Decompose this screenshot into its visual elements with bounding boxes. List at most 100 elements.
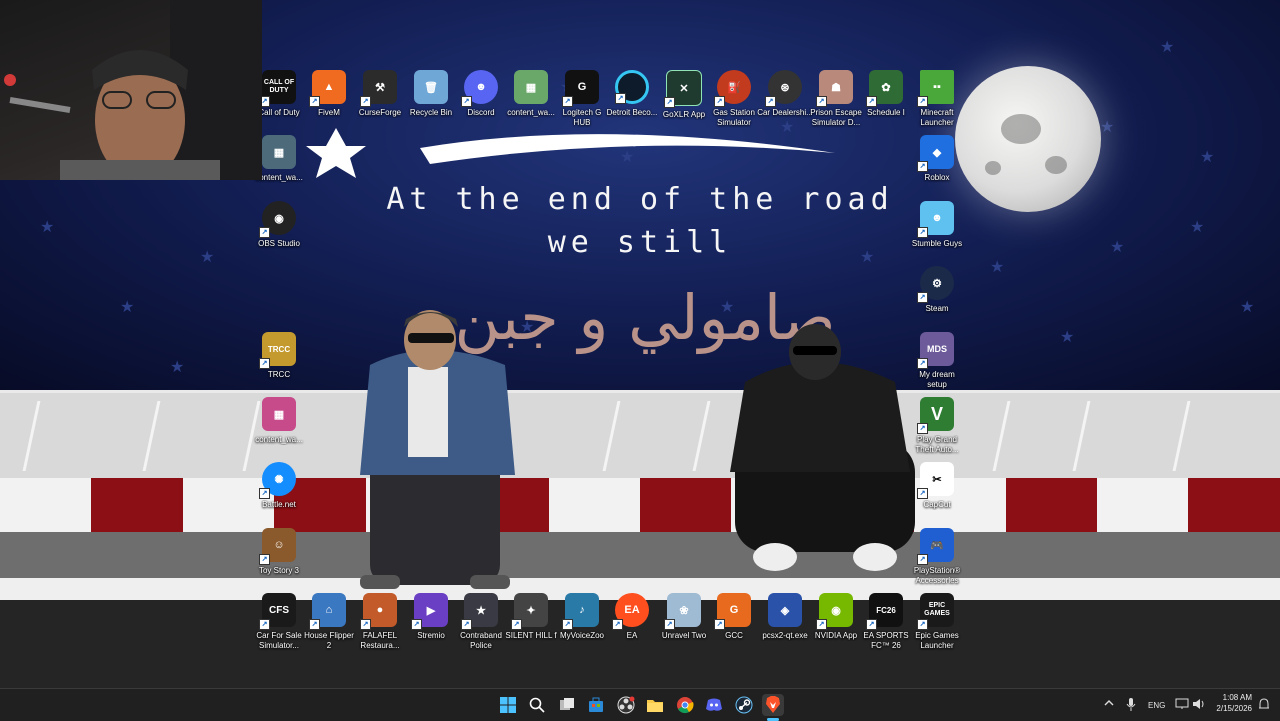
wallpaper-star: ★ [1060,329,1075,346]
microphone-tray-button[interactable] [1126,698,1136,715]
fivem-icon: ▲ ↗ [309,70,346,107]
taskbar-microsoft-store[interactable] [585,694,607,716]
taskbar-brave-active[interactable] [762,694,784,716]
desktop-icon-label: Schedule I [867,108,905,117]
minecraft-creeper-icon: ▪▪ ↗ [917,70,954,107]
clock-time: 1:08 AM [1222,693,1252,702]
unravel-icon: ❀ ↗ [664,593,701,630]
taskbar-chrome[interactable] [674,694,696,716]
notifications-button[interactable] [1258,698,1270,714]
taskbar: ENG 1:08 AM 2/15/2026 [0,688,1280,721]
network-monitor-icon [1175,698,1189,709]
desktop-icon-unravel[interactable]: ❀ ↗ Unravel Two [656,593,712,641]
desktop-icon-schedule[interactable]: ✿ ↗ Schedule I [858,70,914,118]
desktop-icon-discord[interactable]: ☻ ↗ Discord [453,70,509,118]
trcc-logo-text: TRCC [267,344,291,354]
steam-icon [735,696,753,714]
language-indicator[interactable]: ENG [1148,701,1165,710]
desktop-icon-epic[interactable]: EPIC GAMES ↗ Epic Games Launcher [909,593,965,651]
desktop-icon-recycle-bin[interactable]: 🗑 Recycle Bin [403,70,459,118]
desktop-icon-contraband[interactable]: ★ ↗ Contraband Police [453,593,509,651]
show-hidden-icons-button[interactable] [1104,698,1114,711]
ea-sports-fc-icon: FC26 ↗ [866,593,903,630]
microsoft-store-icon [589,697,603,712]
taskbar-search-button[interactable] [526,694,548,716]
wallpaper-star: ★ [1200,149,1215,166]
epic-games-icon: EPIC GAMES ↗ [917,593,954,630]
stremio-play-icon: ▶ ↗ [411,593,448,630]
taskbar-steam[interactable] [733,694,755,716]
recycle-bin-icon: 🗑 [414,70,448,104]
roblox-icon: ◆ ↗ [917,135,954,172]
clock[interactable]: 1:08 AM 2/15/2026 [1210,692,1252,714]
chevron-up-icon [1104,700,1114,706]
desktop-icon-stumble[interactable]: ☻ ↗ Stumble Guys [909,201,965,249]
desktop-icon-label: Play Grand Theft Auto... [915,435,959,454]
desktop-icon-steam[interactable]: ⚙ ↗ Steam [909,266,965,314]
desktop-icon-gcc[interactable]: G ↗ GCC [706,593,762,641]
taskbar-discord[interactable] [703,694,725,716]
desktop-icon-curseforge[interactable]: ⚒ ↗ CurseForge [352,70,408,118]
desktop-icon-label: Stremio [417,631,445,640]
desktop-icon-gas-station[interactable]: ⛽ ↗ Gas Station Simulator [706,70,762,128]
cfs-logo-text: CFS [269,604,289,616]
desktop-icon-battlenet[interactable]: ✺ ↗ Battle.net [251,462,307,510]
desktop-icon-content-wa-1[interactable]: ▦ content_wa... [503,70,559,118]
desktop-icon-minecraft[interactable]: ▪▪ ↗ Minecraft Launcher [909,70,965,128]
desktop-icon-detroit[interactable]: ↗ Detroit Beco... [604,70,660,118]
desktop-icon-label: Gas Station Simulator [713,108,755,127]
obs-icon [617,696,635,714]
desktop-icon-label: Car Dealershi... [757,108,813,117]
desktop-icon-silent-hill[interactable]: ✦ ↗ SILENT HILL f [503,593,559,641]
desktop-icon-car-for-sale[interactable]: CFS ↗ Car For Sale Simulator... [251,593,307,651]
wallpaper-star: ★ [170,359,185,376]
desktop-icon-house-flipper[interactable]: ⌂ ↗ House Flipper 2 [301,593,357,651]
desktop-icon-ea[interactable]: EA ↗ EA [604,593,660,641]
desktop-icon-goxlr[interactable]: ✕ ↗ GoXLR App [656,70,712,120]
desktop-icon-falafel[interactable]: ● ↗ FALAFEL Restaura... [352,593,408,651]
desktop-icon-label: Steam [925,304,949,313]
search-icon [529,697,545,713]
desktop-icon-stremio[interactable]: ▶ ↗ Stremio [403,593,459,641]
network-tray-button[interactable] [1175,698,1189,713]
curseforge-anvil-icon: ⚒ ↗ [360,70,397,107]
ea-icon: EA ↗ [612,593,649,630]
epic-logo-text: EPIC GAMES [924,602,950,617]
desktop-icon-trcc[interactable]: TRCC ↗ TRCC [251,332,307,380]
taskbar-file-explorer[interactable] [644,694,666,716]
desktop-icon-capcut[interactable]: ✂ ↗ CapCut [909,462,965,510]
playstation-controller-icon: 🎮 ↗ [917,528,954,565]
desktop-icon-label: content_wa... [507,108,555,117]
desktop-icon-car-dealership[interactable]: ⊛ ↗ Car Dealershi... [757,70,813,118]
gas-station-icon: ⛽ ↗ [714,70,751,107]
desktop-icon-label: MyVoiceZoo [559,631,605,640]
desktop-icon-gta[interactable]: V ↗ Play Grand Theft Auto... [909,397,965,455]
desktop-icon-myvoicezoo[interactable]: ♪ ↗ MyVoiceZoo [554,593,610,641]
desktop-icon-roblox[interactable]: ◆ ↗ Roblox [909,135,965,183]
desktop-icon-dream-setup[interactable]: MDS ↗ My dream setup [909,332,965,390]
car-wheel-icon: ⊛ ↗ [765,70,802,107]
start-button[interactable] [497,694,519,716]
desktop-icon-nvidia[interactable]: ◉ ↗ NVIDIA App [808,593,864,641]
desktop-icon-label: FiveM [318,108,340,117]
webcam-overlay [0,0,262,180]
webcam-streamer-image [4,0,262,180]
taskbar-obs[interactable] [615,694,637,716]
desktop-icon-pcsx2[interactable]: ◈ pcsx2-qt.exe [757,593,813,641]
task-view-button[interactable] [556,694,578,716]
desktop-icon-ea-fc[interactable]: FC26 ↗ EA SPORTS FC™ 26 [858,593,914,651]
volume-tray-button[interactable] [1192,698,1206,713]
slogan-line-1: At the end of the road [386,182,894,217]
curb-segment [91,478,183,532]
desktop-icon-prison-escape[interactable]: ☗ ↗ Prison Escape Simulator D... [808,70,864,128]
desktop-icon-label: Prison Escape Simulator D... [810,108,862,127]
desktop-icon-logitech[interactable]: G ↗ Logitech G HUB [554,70,610,128]
desktop-icon-content-wa-3[interactable]: ▦ content_wa... [251,397,307,445]
desktop-icon-label: Battle.net [262,500,296,509]
prison-escape-icon: ☗ ↗ [816,70,853,107]
desktop-icon-fivem[interactable]: ▲ ↗ FiveM [301,70,357,118]
desktop-icon-obs[interactable]: ◉ ↗ OBS Studio [251,201,307,249]
desktop-icon-ps-accessories[interactable]: 🎮 ↗ PlayStation® Accessories [909,528,965,586]
desktop-icon-toy-story[interactable]: ☺ ↗ Toy Story 3 [251,528,307,576]
discord-icon [706,698,722,711]
